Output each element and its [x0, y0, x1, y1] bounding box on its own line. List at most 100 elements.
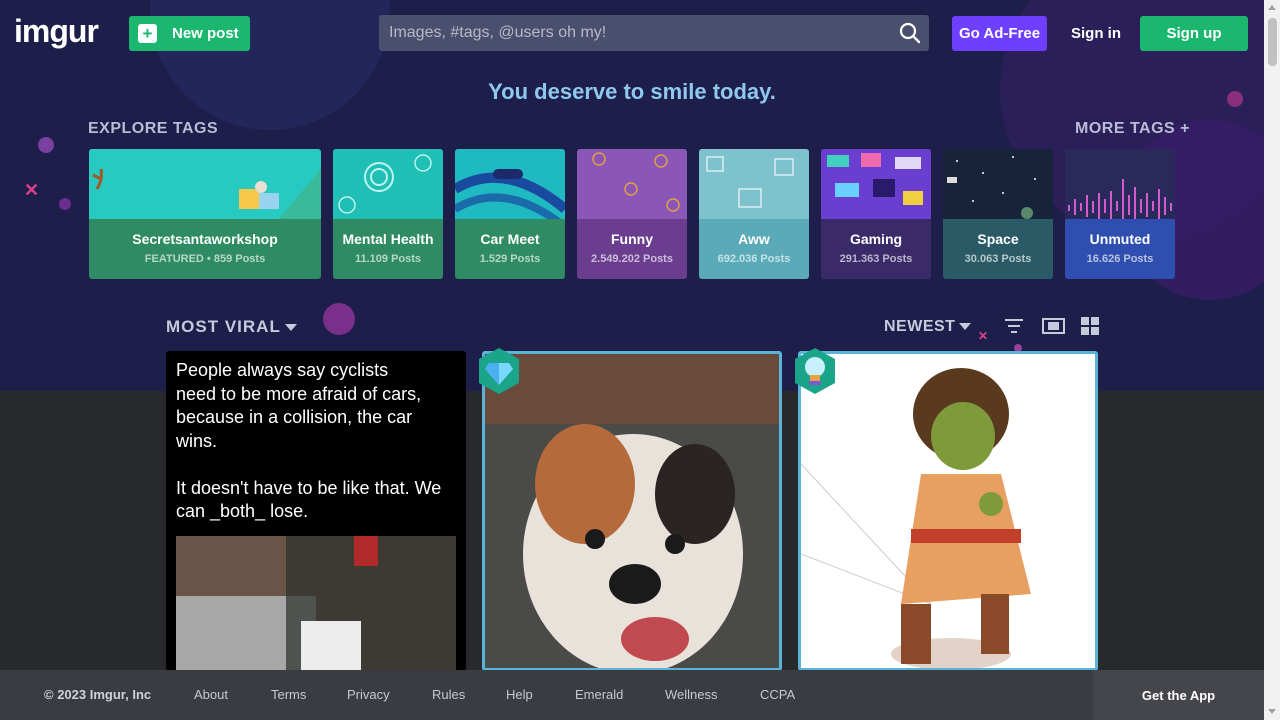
new-post-button[interactable]: + New post	[129, 16, 250, 51]
car-illustration	[455, 169, 565, 219]
tag-info: Gaming 291.363 Posts	[821, 219, 931, 279]
tag-card-unmuted[interactable]: Unmuted 16.626 Posts	[1065, 149, 1175, 279]
tag-name: Funny	[611, 231, 653, 247]
get-the-app-button[interactable]: Get the App	[1093, 670, 1264, 720]
tag-image	[943, 149, 1053, 219]
pattern-illustration	[827, 153, 923, 205]
footer-link-ccpa[interactable]: CCPA	[760, 687, 795, 702]
top-header: imgur + New post Go Ad-Free Sign in Sign…	[0, 0, 1264, 66]
tagline: You deserve to smile today.	[488, 79, 776, 104]
tag-image	[89, 149, 321, 219]
grid-view-icon[interactable]	[1081, 317, 1099, 335]
post-text: People always say cyclists need to be mo…	[176, 360, 442, 521]
tag-card-funny[interactable]: Funny 2.549.202 Posts	[577, 149, 687, 279]
decor-x: ✕	[978, 329, 989, 343]
search-input[interactable]	[389, 24, 889, 42]
vertical-scrollbar[interactable]	[1264, 0, 1280, 720]
post-card[interactable]	[798, 351, 1098, 671]
decor-dot	[59, 198, 71, 210]
tag-name: Mental Health	[342, 231, 434, 247]
tag-info: Aww 692.036 Posts	[699, 219, 809, 279]
tag-post-count: 1.529 Posts	[479, 253, 541, 265]
footer-link-wellness[interactable]: Wellness	[665, 687, 718, 702]
tag-post-count: 692.036 Posts	[717, 253, 791, 265]
gift-illustration	[92, 168, 321, 219]
footer-link-terms[interactable]: Terms	[271, 687, 306, 702]
pattern-illustration	[592, 152, 680, 212]
sort-dropdown[interactable]: MOST VIRAL	[166, 317, 297, 337]
decor-x: ✕	[24, 180, 40, 200]
sort-label: MOST VIRAL	[166, 317, 281, 336]
tag-post-count: 16.626 Posts	[1086, 253, 1154, 265]
uniform-view-icon[interactable]	[1042, 317, 1065, 335]
explore-tags-title: EXPLORE TAGS	[88, 120, 219, 137]
footer-link-about[interactable]: About	[194, 687, 228, 702]
footer: © 2023 Imgur, Inc About Terms Privacy Ru…	[0, 670, 1264, 720]
scrollbar-thumb[interactable]	[1268, 18, 1277, 66]
tag-name: Gaming	[849, 231, 903, 247]
footer-link-rules[interactable]: Rules	[432, 687, 465, 702]
tag-card-gaming[interactable]: Gaming 291.363 Posts	[821, 149, 931, 279]
scroll-down-arrow[interactable]	[1268, 709, 1276, 714]
soundwave-illustration	[1068, 179, 1172, 219]
pattern-illustration	[338, 154, 432, 214]
imgur-logo[interactable]: imgur	[14, 13, 99, 50]
stars-illustration	[947, 156, 1036, 219]
tag-card-space[interactable]: Space 30.063 Posts	[943, 149, 1053, 279]
filter-icon[interactable]	[1004, 317, 1024, 335]
more-tags-link[interactable]: MORE TAGS +	[1075, 120, 1190, 138]
tag-post-count: FEATURED • 859 Posts	[144, 253, 266, 265]
decor-dot	[38, 137, 54, 153]
copyright: © 2023 Imgur, Inc	[44, 687, 152, 702]
tag-image	[821, 149, 931, 219]
sign-in-link[interactable]: Sign in	[1071, 25, 1121, 42]
bike-photo	[176, 536, 456, 671]
decor-dot	[323, 303, 355, 335]
dog-photo	[485, 354, 779, 668]
tag-post-count: 2.549.202 Posts	[591, 253, 673, 265]
tag-post-count: 30.063 Posts	[964, 253, 1032, 265]
tag-name: Space	[977, 231, 1019, 247]
tag-card-secretsantaworkshop[interactable]: Secretsantaworkshop FEATURED • 859 Posts	[89, 149, 321, 279]
tag-image	[577, 149, 687, 219]
tag-list: Secretsantaworkshop FEATURED • 859 Posts…	[89, 149, 1175, 279]
tag-info: Car Meet 1.529 Posts	[455, 219, 565, 279]
post-image	[176, 536, 456, 671]
lightbulb-badge-icon	[795, 348, 835, 394]
tag-name: Unmuted	[1089, 231, 1151, 247]
tag-name: Car Meet	[480, 231, 540, 247]
order-label: NEWEST	[884, 318, 956, 335]
search-bar	[379, 15, 929, 51]
footer-link-help[interactable]: Help	[506, 687, 533, 702]
tag-info: Mental Health 11.109 Posts	[333, 219, 443, 279]
new-post-label: New post	[172, 25, 239, 42]
tag-card-car-meet[interactable]: Car Meet 1.529 Posts	[455, 149, 565, 279]
tag-card-mental-health[interactable]: Mental Health 11.109 Posts	[333, 149, 443, 279]
chevron-down-icon	[284, 324, 297, 332]
tag-name: Secretsantaworkshop	[132, 231, 278, 247]
scroll-up-arrow[interactable]	[1268, 5, 1276, 10]
tag-card-aww[interactable]: Aww 692.036 Posts	[699, 149, 809, 279]
tag-post-count: 11.109 Posts	[354, 253, 422, 265]
character-illustration	[801, 368, 1031, 668]
footer-link-emerald[interactable]: Emerald	[575, 687, 623, 702]
tag-name: Aww	[738, 231, 770, 247]
tag-info: Funny 2.549.202 Posts	[577, 219, 687, 279]
tag-info: Unmuted 16.626 Posts	[1065, 219, 1175, 279]
go-ad-free-button[interactable]: Go Ad-Free	[952, 16, 1047, 51]
tag-image	[455, 149, 565, 219]
post-card[interactable]: People always say cyclists need to be mo…	[166, 351, 466, 671]
sign-up-button[interactable]: Sign up	[1140, 16, 1248, 51]
footer-link-privacy[interactable]: Privacy	[347, 687, 390, 702]
pattern-illustration	[706, 156, 794, 208]
search-icon[interactable]	[899, 22, 921, 44]
post-card[interactable]	[482, 351, 782, 671]
tag-image	[333, 149, 443, 219]
tag-image	[699, 149, 809, 219]
plus-icon: +	[138, 24, 157, 43]
diamond-badge-icon	[479, 348, 519, 394]
tag-info: Secretsantaworkshop FEATURED • 859 Posts	[89, 219, 321, 279]
tag-post-count: 291.363 Posts	[839, 253, 913, 265]
tag-image	[1065, 149, 1175, 219]
order-dropdown[interactable]: NEWEST	[884, 318, 972, 336]
